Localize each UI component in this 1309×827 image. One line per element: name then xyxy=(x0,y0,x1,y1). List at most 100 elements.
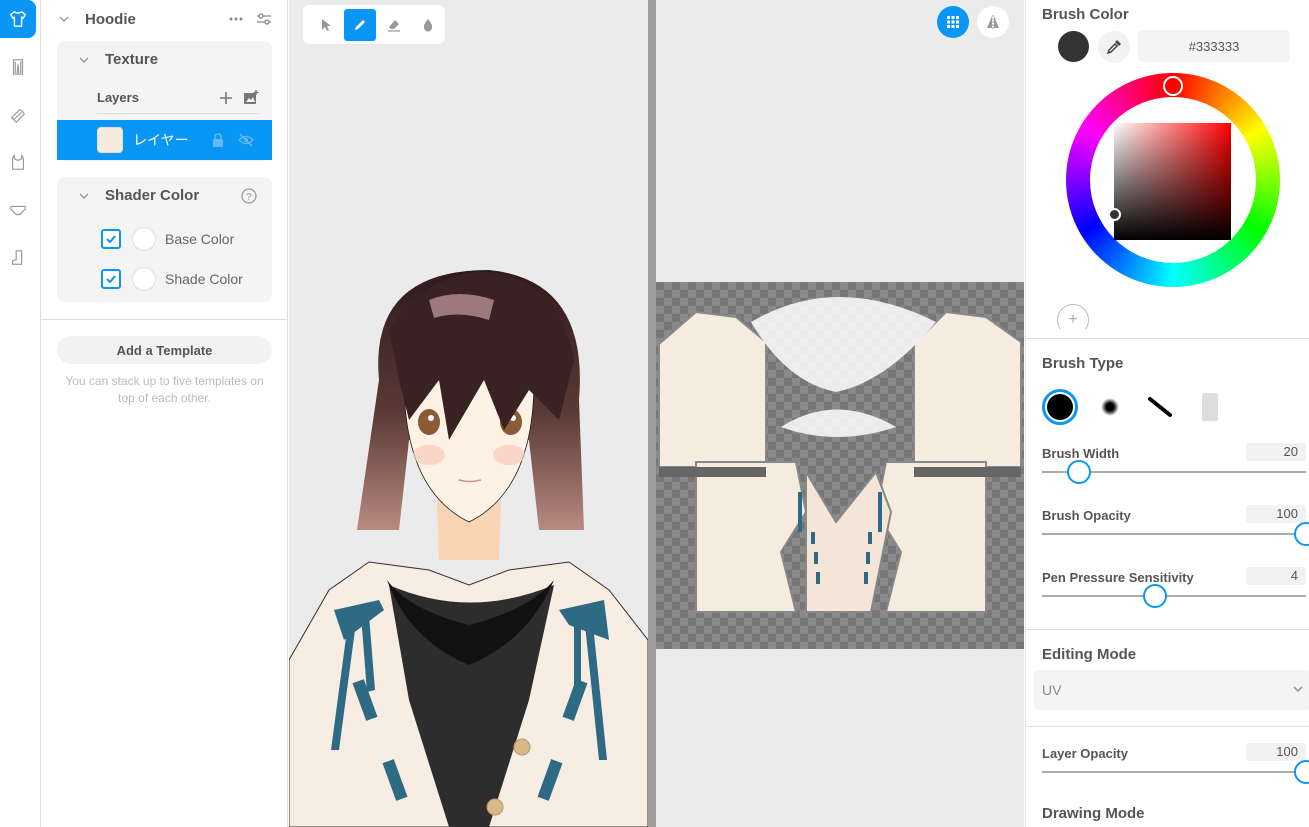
chevron-down-icon[interactable] xyxy=(77,53,91,67)
grid-toggle-button[interactable] xyxy=(937,6,969,38)
slider-handle[interactable] xyxy=(1142,584,1167,608)
more-icon[interactable] xyxy=(228,16,244,22)
hex-color-input[interactable]: #333333 xyxy=(1138,30,1290,62)
hue-handle[interactable] xyxy=(1163,76,1183,96)
editing-mode-select[interactable]: UV xyxy=(1034,670,1309,710)
add-layer-icon[interactable] xyxy=(219,91,233,105)
rail-item-tops[interactable] xyxy=(0,0,36,38)
eraser-icon xyxy=(388,19,400,32)
rail-item-bottoms[interactable] xyxy=(0,48,36,86)
add-swatch-button[interactable]: + xyxy=(1057,304,1089,329)
plus-icon: + xyxy=(1068,311,1078,328)
item-panel: Hoodie Texture Layers レイヤー Shader Color … xyxy=(41,0,288,827)
layer-item[interactable]: レイヤー xyxy=(57,120,272,160)
rail-item-socks[interactable] xyxy=(0,239,36,277)
layers-label: Layers xyxy=(97,90,139,105)
slider-handle[interactable] xyxy=(1294,760,1309,784)
viewport-splitter[interactable] xyxy=(648,0,656,827)
avatar-preview xyxy=(289,270,648,827)
brush-type-line[interactable] xyxy=(1142,389,1178,425)
svg-text:?: ? xyxy=(246,192,252,203)
line-brush-icon xyxy=(1148,397,1172,417)
check-icon xyxy=(106,235,116,243)
drawing-toolbar xyxy=(303,5,445,44)
layer-thumbnail xyxy=(97,127,123,153)
model-preview-viewport[interactable] xyxy=(289,0,648,827)
slider-handle[interactable] xyxy=(1294,522,1309,546)
divider xyxy=(1026,629,1309,630)
add-image-layer-icon[interactable] xyxy=(243,90,259,105)
shader-color-section: Shader Color ? Base Color Shade Color xyxy=(57,177,272,302)
divider xyxy=(1026,338,1309,339)
check-icon xyxy=(106,275,116,283)
slider-handle[interactable] xyxy=(1067,460,1092,484)
uv-texture-map xyxy=(658,297,1022,613)
shade-color-checkbox[interactable] xyxy=(101,269,121,289)
template-note: You can stack up to five templates on to… xyxy=(65,374,264,405)
eyedropper-icon xyxy=(1106,40,1121,55)
tank-top-icon xyxy=(12,154,24,170)
base-color-row: Base Color xyxy=(101,227,234,251)
uv-texture-canvas[interactable] xyxy=(656,282,1024,649)
brush-type-soft[interactable] xyxy=(1092,389,1128,425)
select-tool-button[interactable] xyxy=(310,9,342,41)
shade-color-label: Shade Color xyxy=(165,271,243,287)
eyedropper-button[interactable] xyxy=(1098,31,1130,63)
lock-icon[interactable] xyxy=(212,133,224,147)
visibility-off-icon[interactable] xyxy=(238,133,254,147)
pencil-icon xyxy=(355,19,365,30)
slider-track[interactable] xyxy=(1042,533,1306,535)
pen-pressure-value[interactable]: 4 xyxy=(1246,567,1306,585)
soft-brush-icon xyxy=(1101,398,1119,416)
base-color-checkbox[interactable] xyxy=(101,229,121,249)
brush-type-title: Brush Type xyxy=(1042,355,1124,372)
texture-section: Texture Layers レイヤー xyxy=(57,41,272,161)
shoe-icon xyxy=(10,108,26,124)
settings-sliders-icon[interactable] xyxy=(256,12,272,26)
droplet-icon xyxy=(423,18,433,31)
drawing-mode-title: Drawing Mode xyxy=(1042,805,1145,822)
cursor-icon xyxy=(322,18,331,31)
slider-track[interactable] xyxy=(1042,595,1306,597)
layer-opacity-value[interactable]: 100 xyxy=(1246,743,1306,761)
fill-tool-button[interactable] xyxy=(412,9,444,41)
saturation-value-handle[interactable] xyxy=(1108,208,1121,221)
eraser-tool-button[interactable] xyxy=(378,9,410,41)
editing-mode-title: Editing Mode xyxy=(1042,646,1137,663)
pen-pressure-label: Pen Pressure Sensitivity xyxy=(1042,570,1194,585)
layer-name: レイヤー xyxy=(133,132,189,148)
brush-type-hard[interactable] xyxy=(1042,389,1078,425)
tshirt-icon xyxy=(10,11,26,27)
hard-brush-icon xyxy=(1047,394,1073,420)
pants-icon xyxy=(12,59,24,75)
current-color-swatch[interactable] xyxy=(1058,31,1089,62)
saturation-value-square[interactable] xyxy=(1114,123,1231,240)
rail-item-underwear[interactable] xyxy=(0,191,36,229)
chevron-down-icon[interactable] xyxy=(77,189,91,203)
mirror-toggle-button[interactable] xyxy=(977,6,1009,38)
sock-icon xyxy=(12,250,23,265)
rail-item-shoes[interactable] xyxy=(0,96,36,134)
brush-opacity-value[interactable]: 100 xyxy=(1246,505,1306,523)
brush-width-label: Brush Width xyxy=(1042,446,1120,461)
brush-width-value[interactable]: 20 xyxy=(1246,443,1306,461)
item-title: Hoodie xyxy=(85,10,136,28)
add-template-button[interactable]: Add a Template xyxy=(57,336,272,364)
mirror-icon xyxy=(987,15,999,29)
rail-item-innerwear[interactable] xyxy=(0,143,36,181)
help-icon[interactable]: ? xyxy=(241,187,257,204)
underwear-icon xyxy=(10,205,26,216)
shader-color-title: Shader Color xyxy=(105,187,200,204)
slider-track[interactable] xyxy=(1042,771,1306,773)
base-color-swatch[interactable] xyxy=(132,227,156,251)
brush-width-slider: Brush Width 20 xyxy=(1042,443,1306,484)
pen-pressure-slider: Pen Pressure Sensitivity 4 xyxy=(1042,567,1306,608)
brush-type-texture[interactable] xyxy=(1192,389,1228,425)
shade-color-swatch[interactable] xyxy=(132,267,156,291)
base-color-label: Base Color xyxy=(165,231,235,247)
brush-opacity-slider: Brush Opacity 100 xyxy=(1042,505,1309,546)
item-header: Hoodie xyxy=(57,8,272,30)
uv-editor-viewport[interactable] xyxy=(656,0,1024,827)
chevron-down-icon[interactable] xyxy=(57,12,71,26)
pen-tool-button[interactable] xyxy=(344,8,376,41)
